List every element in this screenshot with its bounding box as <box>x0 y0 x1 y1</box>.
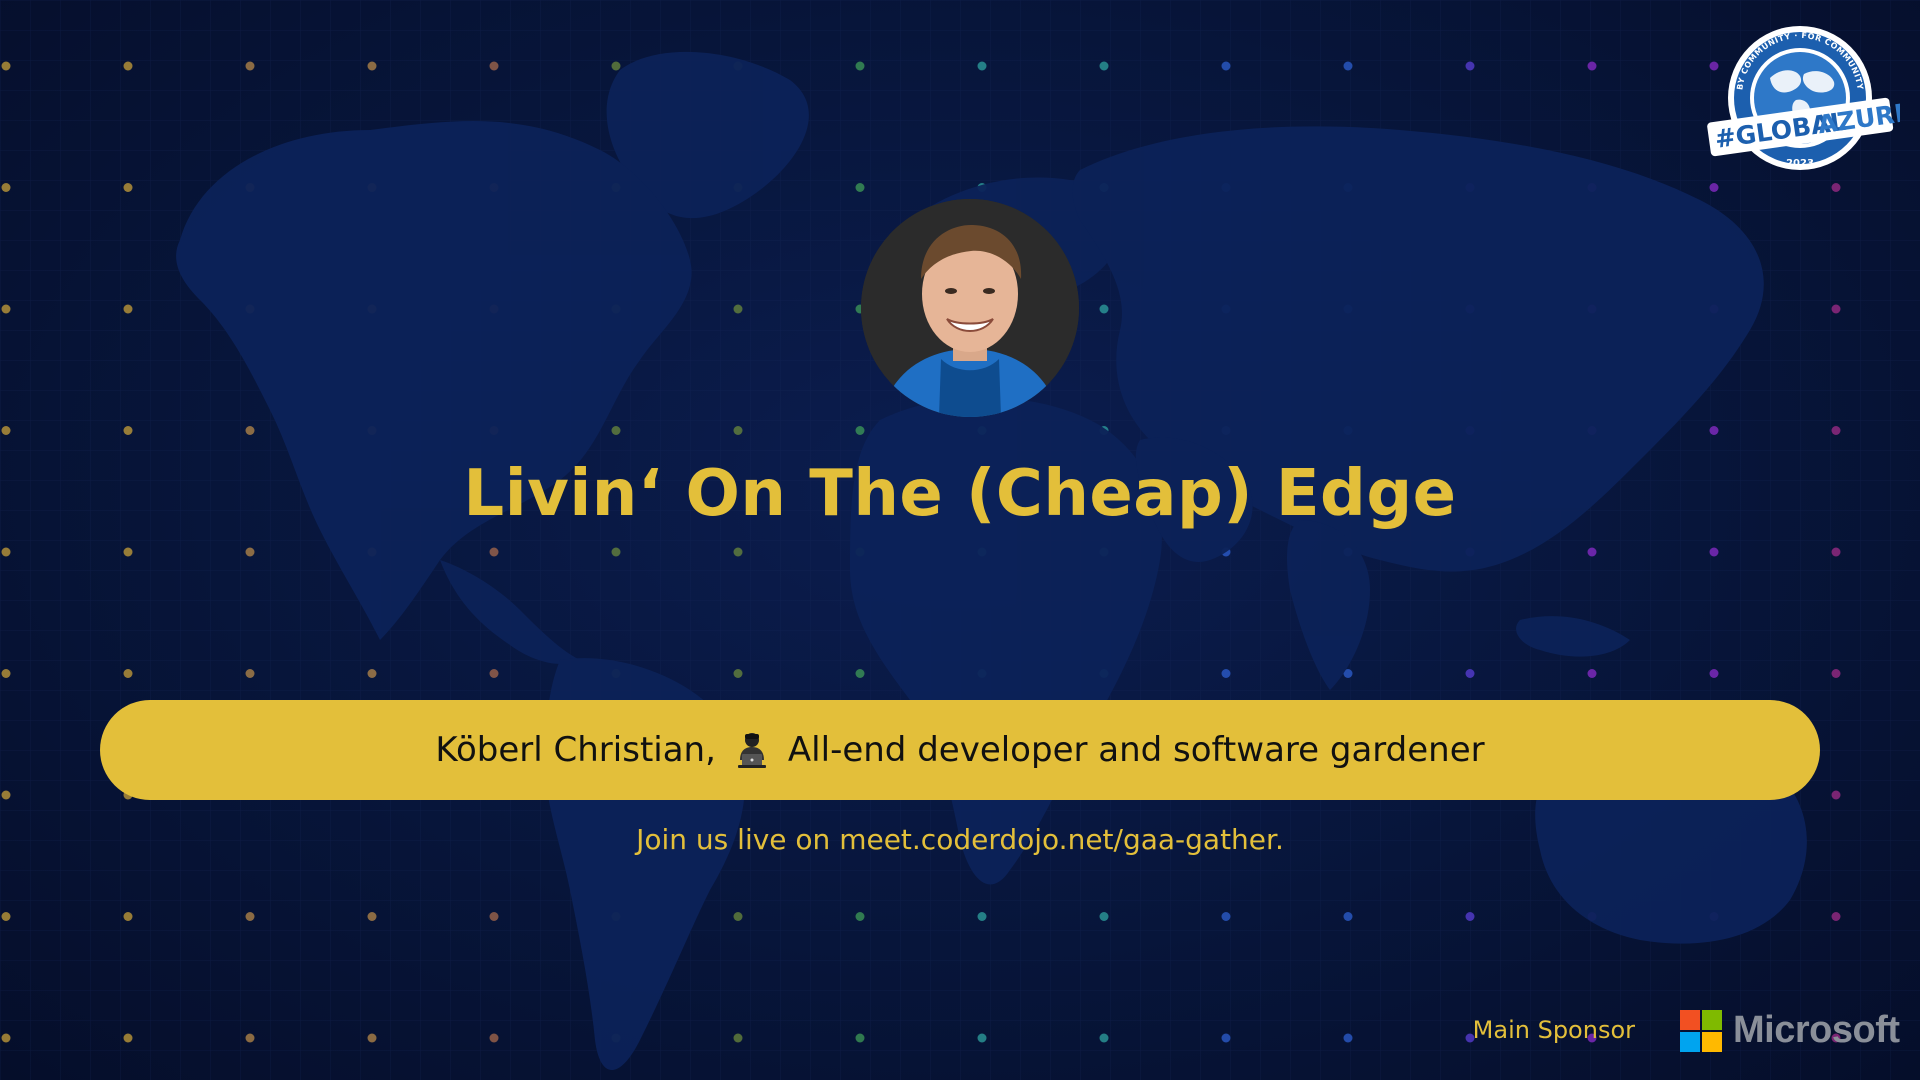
event-slide: BY COMMUNITY · FOR COMMUNITY #GLOBAL AZU… <box>0 0 1920 1080</box>
speaker-role: All-end developer and software gardener <box>787 730 1485 770</box>
talk-title: Livin‘ On The (Cheap) Edge <box>463 457 1457 531</box>
sponsor-name: Microsoft <box>1733 1009 1900 1051</box>
speaker-name: Köberl Christian, <box>435 730 716 770</box>
technologist-laptop-icon <box>737 733 766 768</box>
logo-year-text: 2023 <box>1786 158 1814 169</box>
speaker-avatar <box>861 199 1079 417</box>
main-sponsor-label: Main Sponsor <box>1472 1016 1635 1044</box>
speaker-banner: Köberl Christian, All-end developer and … <box>100 700 1820 800</box>
join-link-text: Join us live on meet.coderdojo.net/gaa-g… <box>636 823 1284 856</box>
world-map-graphic <box>176 51 1807 1070</box>
microsoft-logo-icon <box>1680 1010 1722 1052</box>
global-azure-logo: BY COMMUNITY · FOR COMMUNITY #GLOBAL AZU… <box>1707 26 1900 170</box>
speaker-photo <box>861 199 1079 417</box>
